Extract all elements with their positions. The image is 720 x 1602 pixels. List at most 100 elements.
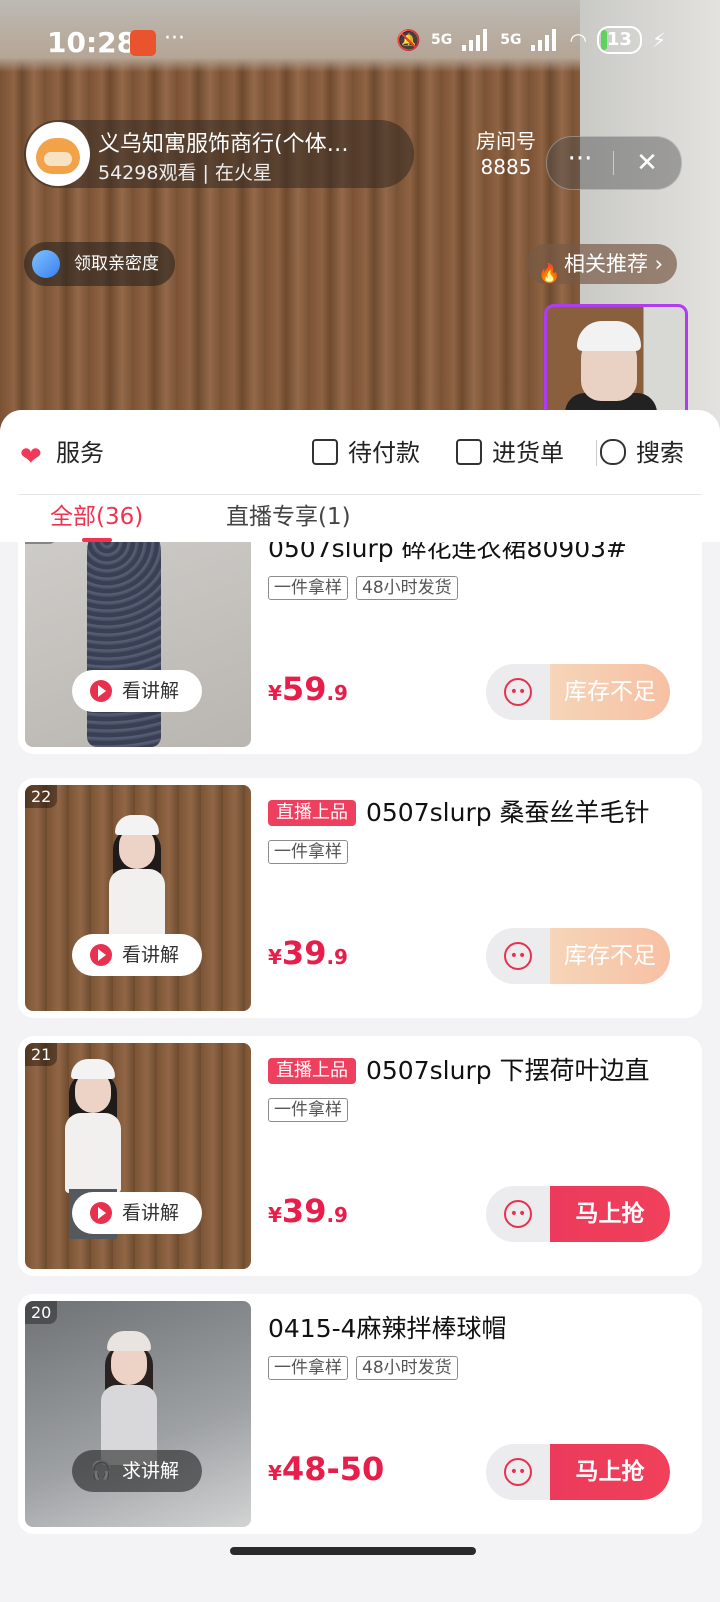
- explain-button[interactable]: 看讲解: [72, 670, 202, 712]
- product-tags: 一件拿样: [268, 840, 348, 864]
- status-more-icon: ···: [164, 26, 185, 51]
- related-recommend-button[interactable]: 🔥 相关推荐 ›: [526, 244, 678, 284]
- signal-icon-2: [531, 29, 559, 51]
- product-tag: 一件拿样: [268, 1098, 348, 1122]
- sheet-header: ❤ 服务 待付款 进货单 搜索 全部(36) 直播专享(1): [0, 410, 720, 542]
- play-icon: [90, 1202, 112, 1224]
- product-image[interactable]: [25, 1301, 251, 1527]
- host-info[interactable]: 义乌知寓服饰商行(个体… 54298观看 | 在火星: [24, 120, 414, 188]
- price-integer: 59: [281, 670, 327, 708]
- headphones-icon: 🎧: [90, 1460, 113, 1481]
- product-title[interactable]: 0507slurp 碎花连衣裙80903#: [268, 542, 698, 566]
- stream-controls: ··· ✕: [546, 136, 682, 190]
- explain-button[interactable]: 看讲解: [72, 934, 202, 976]
- explain-label: 看讲解: [122, 944, 180, 966]
- service-button[interactable]: ❤ 服务: [20, 438, 104, 471]
- related-recommend-label: 相关推荐 ›: [564, 252, 664, 276]
- tab-all[interactable]: 全部(36): [50, 500, 143, 534]
- play-icon: [90, 680, 112, 702]
- app-notification-icon: [130, 30, 156, 56]
- wifi-icon: ◠: [569, 28, 587, 52]
- product-title[interactable]: 0415-4麻辣拌棒球帽: [268, 1312, 698, 1346]
- product-title[interactable]: 直播上品 0507slurp 桑蚕丝羊毛针: [268, 796, 698, 830]
- pending-pay-button[interactable]: 待付款: [312, 438, 420, 468]
- product-title[interactable]: 直播上品 0507slurp 下摆荷叶边直: [268, 1054, 698, 1088]
- shop-icon[interactable]: ••: [504, 1200, 532, 1228]
- product-image[interactable]: [25, 785, 251, 1011]
- shop-icon[interactable]: ••: [504, 678, 532, 706]
- product-card[interactable]: 21 看讲解 直播上品 0507slurp 下摆荷叶边直 一件拿样 ¥39.9 •…: [18, 1036, 702, 1276]
- price-decimal: .9: [326, 945, 348, 969]
- cube-icon: [32, 250, 60, 278]
- pending-pay-label: 待付款: [348, 439, 420, 467]
- request-explain-button[interactable]: 🎧 求讲解: [72, 1450, 202, 1492]
- product-price: ¥39.9: [268, 1192, 348, 1230]
- search-button[interactable]: 搜索: [600, 438, 684, 468]
- product-price: ¥39.9: [268, 934, 348, 972]
- home-indicator[interactable]: [230, 1547, 476, 1555]
- product-price: ¥59.9: [268, 670, 348, 708]
- product-tags: 一件拿样 48小时发货: [268, 1356, 458, 1380]
- explain-label: 看讲解: [122, 680, 180, 702]
- product-title-text: 0415-4麻辣拌棒球帽: [268, 1314, 507, 1343]
- buy-control: •• 马上抢: [486, 1186, 670, 1242]
- network-label-1: 5G: [430, 32, 453, 48]
- room-number: 8885: [480, 155, 532, 179]
- room-label: 房间号: [476, 129, 536, 153]
- price-integer: 48-50: [281, 1450, 385, 1488]
- battery-indicator: 13: [596, 26, 642, 54]
- product-card[interactable]: 20 🎧 求讲解 0415-4麻辣拌棒球帽 一件拿样 48小时发货 ¥48-50…: [18, 1294, 702, 1534]
- product-tags: 一件拿样: [268, 1098, 348, 1122]
- product-tags: 一件拿样 48小时发货: [268, 576, 458, 600]
- product-card[interactable]: 23 看讲解 0507slurp 碎花连衣裙80903# 一件拿样 48小时发货…: [18, 542, 702, 754]
- search-icon: [600, 439, 626, 465]
- explain-button[interactable]: 看讲解: [72, 1192, 202, 1234]
- host-avatar[interactable]: [26, 122, 90, 186]
- more-icon[interactable]: ···: [547, 137, 613, 189]
- out-of-stock-button[interactable]: 库存不足: [550, 664, 670, 720]
- product-title-text: 0507slurp 碎花连衣裙80903#: [268, 542, 628, 563]
- product-price: ¥48-50: [268, 1450, 384, 1488]
- fire-icon: 🔥: [538, 263, 561, 284]
- signal-icon-1: [462, 29, 490, 51]
- product-title-text: 0507slurp 桑蚕丝羊毛针: [366, 798, 650, 827]
- product-image[interactable]: [25, 542, 251, 747]
- close-icon[interactable]: ✕: [614, 137, 680, 189]
- product-index: 21: [25, 1043, 58, 1066]
- product-tag: 48小时发货: [356, 1356, 458, 1380]
- product-list[interactable]: 23 看讲解 0507slurp 碎花连衣裙80903# 一件拿样 48小时发货…: [0, 542, 720, 1602]
- wallet-icon: [312, 439, 338, 465]
- buy-now-button[interactable]: 马上抢: [550, 1186, 670, 1242]
- live-product-badge: 直播上品: [268, 800, 356, 826]
- out-of-stock-button[interactable]: 库存不足: [550, 928, 670, 984]
- claim-intimacy-label: 领取亲密度: [74, 254, 159, 274]
- price-currency: ¥: [268, 945, 282, 969]
- live-product-badge: 直播上品: [268, 1058, 356, 1084]
- status-bar: 10:28 ··· 🔕 5G 5G ◠ 13 ⚡: [0, 0, 720, 86]
- buy-now-button[interactable]: 马上抢: [550, 1444, 670, 1500]
- play-icon: [90, 944, 112, 966]
- purchase-list-label: 进货单: [492, 439, 564, 467]
- price-integer: 39: [281, 934, 327, 972]
- search-label: 搜索: [636, 439, 684, 467]
- product-image[interactable]: [25, 1043, 251, 1269]
- shop-icon[interactable]: ••: [504, 1458, 532, 1486]
- price-decimal: .9: [326, 1203, 348, 1227]
- explain-label: 看讲解: [122, 1202, 180, 1224]
- tab-live-exclusive[interactable]: 直播专享(1): [226, 500, 351, 534]
- header-separator: [18, 494, 702, 495]
- buy-control: •• 库存不足: [486, 928, 670, 984]
- price-decimal: .9: [326, 681, 348, 705]
- purchase-list-button[interactable]: 进货单: [456, 438, 564, 468]
- product-card[interactable]: 22 看讲解 直播上品 0507slurp 桑蚕丝羊毛针 一件拿样 ¥39.9 •…: [18, 778, 702, 1018]
- price-currency: ¥: [268, 1461, 282, 1485]
- product-tag: 一件拿样: [268, 840, 348, 864]
- shop-icon[interactable]: ••: [504, 942, 532, 970]
- pip-person-cap: [577, 321, 641, 351]
- service-label: 服务: [56, 439, 104, 467]
- product-sheet: ❤ 服务 待付款 进货单 搜索 全部(36) 直播专享(1) 23 看讲解 050…: [0, 410, 720, 1602]
- claim-intimacy-button[interactable]: 领取亲密度: [24, 242, 175, 286]
- network-label-2: 5G: [500, 32, 522, 48]
- product-index: 20: [25, 1301, 58, 1324]
- room-info: 房间号 8885: [476, 128, 536, 180]
